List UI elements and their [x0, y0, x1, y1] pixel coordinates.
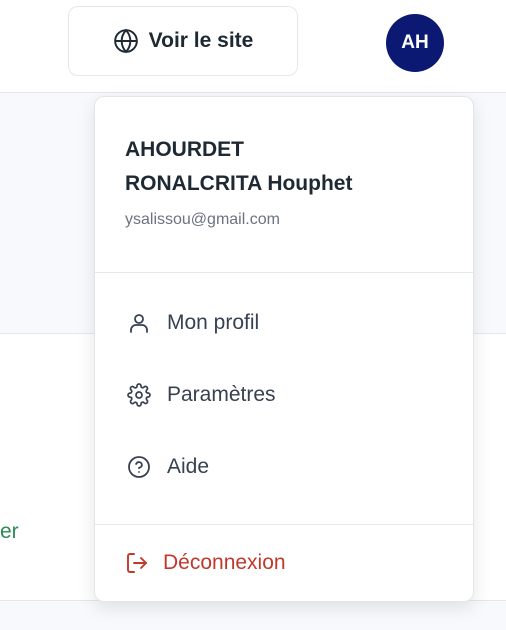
logout-icon [127, 553, 147, 573]
page: er Voir le site AH AHOURDET RONALCRITA H… [0, 0, 506, 630]
user-info: AHOURDET RONALCRITA Houphet ysalissou@gm… [95, 97, 473, 273]
menu-item-settings[interactable]: Paramètres [95, 359, 473, 431]
background-lower-panel [0, 600, 506, 630]
avatar[interactable]: AH [386, 14, 444, 72]
menu-item-profile[interactable]: Mon profil [95, 287, 473, 359]
menu-item-settings-label: Paramètres [167, 383, 276, 406]
logout-label: Déconnexion [163, 551, 286, 574]
view-site-button[interactable]: Voir le site [68, 6, 298, 76]
help-circle-icon [128, 456, 150, 478]
user-name-line1: AHOURDET [125, 138, 244, 161]
menu-item-profile-label: Mon profil [167, 311, 260, 334]
globe-icon [113, 28, 138, 54]
logout-button[interactable]: Déconnexion [95, 525, 473, 601]
user-icon [130, 314, 148, 333]
user-dropdown-menu: AHOURDET RONALCRITA Houphet ysalissou@gm… [94, 96, 474, 602]
menu-item-help-label: Aide [167, 455, 210, 478]
menu-list: Mon profil Paramètres Aide [95, 273, 473, 525]
view-site-label: Voir le site [148, 29, 254, 52]
user-email: ysalissou@gmail.com [125, 211, 280, 228]
gear-icon [127, 383, 151, 407]
menu-item-help[interactable]: Aide [95, 431, 473, 503]
user-name-line2: RONALCRITA Houphet [125, 172, 353, 195]
background-link-text[interactable]: er [0, 520, 19, 544]
